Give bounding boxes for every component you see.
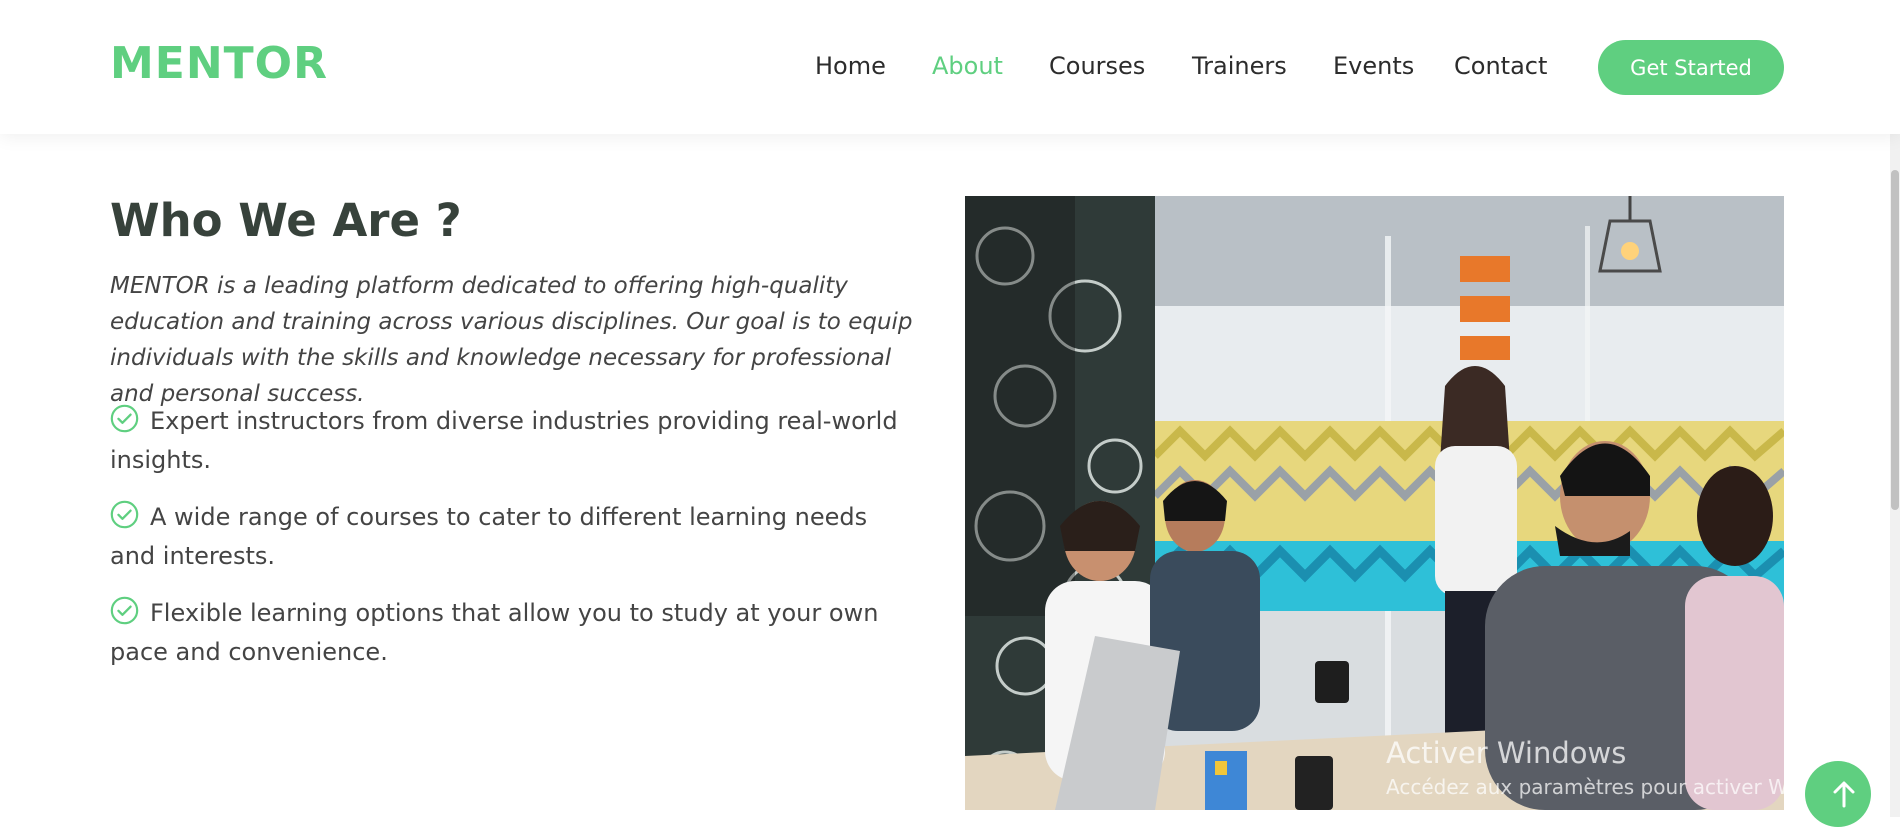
get-started-button[interactable]: Get Started [1598,40,1784,95]
feature-item: A wide range of courses to cater to diff… [110,498,910,576]
feature-list: Expert instructors from diverse industri… [110,402,910,690]
nav-contact[interactable]: Contact [1454,52,1547,80]
feature-text: Expert instructors from diverse industri… [110,407,898,474]
check-circle-icon [110,404,139,433]
feature-text: Flexible learning options that allow you… [110,599,879,666]
nav-home[interactable]: Home [815,52,886,80]
windows-activation-title: Activer Windows [1386,736,1627,770]
windows-activation-subtitle: Accédez aux paramètres pour activer Wind… [1386,775,1828,799]
nav-events[interactable]: Events [1333,52,1414,80]
arrow-up-icon [1833,781,1855,808]
intro-text: MENTOR is a leading platform dedicated t… [110,273,913,407]
scrollbar-thumb[interactable] [1891,170,1899,510]
feature-item: Flexible learning options that allow you… [110,594,910,672]
check-circle-icon [110,500,139,529]
check-circle-icon [110,596,139,625]
photo-illustration [965,196,1784,810]
nav-trainers[interactable]: Trainers [1192,52,1287,80]
feature-item: Expert instructors from diverse industri… [110,402,910,480]
nav-courses[interactable]: Courses [1049,52,1145,80]
nav-about[interactable]: About [932,52,1003,80]
section-title: Who We Are ? [110,194,462,247]
site-header: MENTOR Home About Courses Trainers Event… [0,0,1900,134]
feature-text: A wide range of courses to cater to diff… [110,503,868,570]
logo[interactable]: MENTOR [110,38,328,89]
back-to-top-button[interactable] [1805,761,1871,827]
meeting-room-photo [965,196,1784,810]
